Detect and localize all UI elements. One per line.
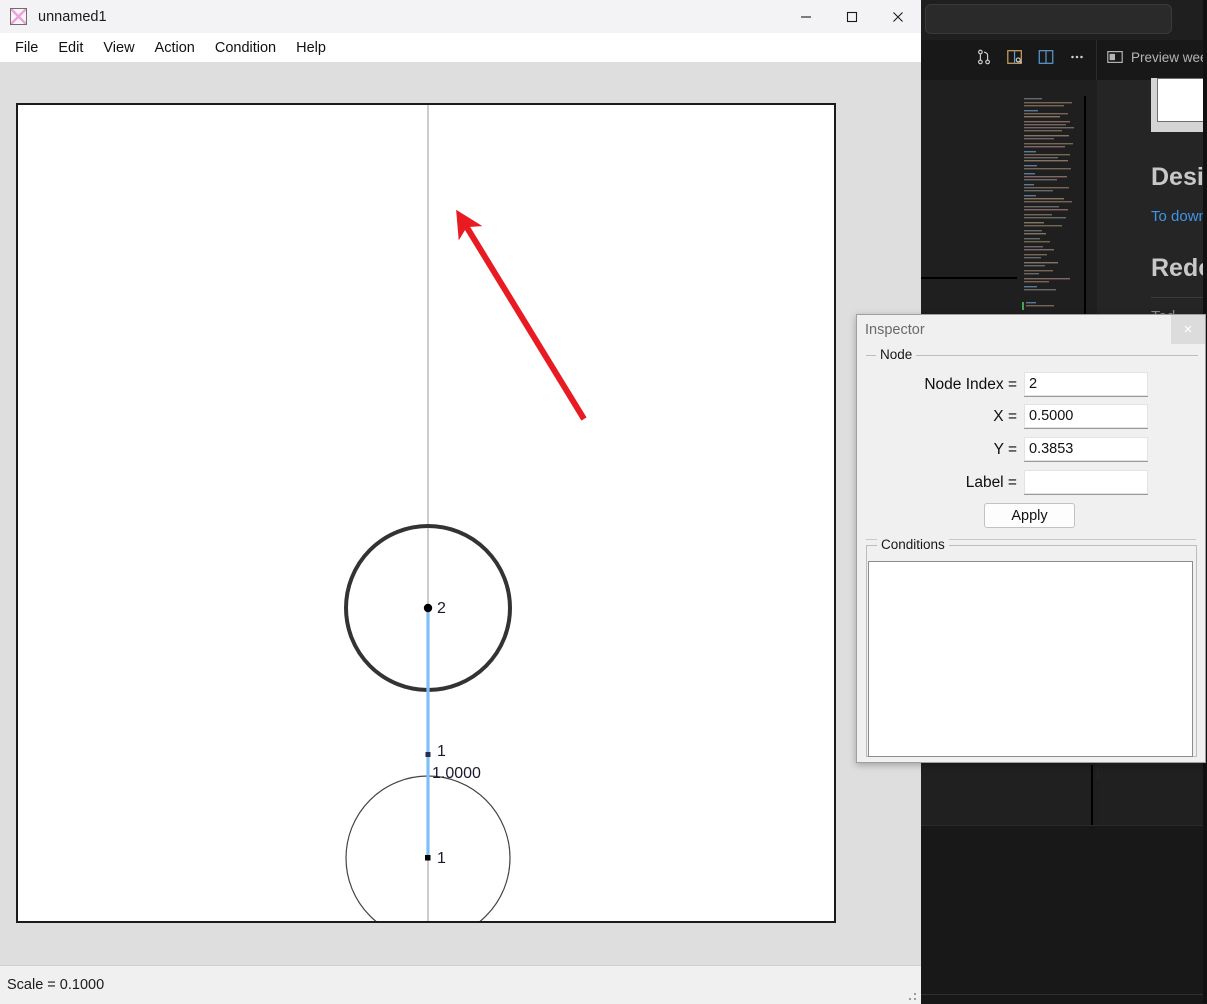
preview-thumbnail [1157, 78, 1207, 122]
node-label-1: 1 [437, 850, 446, 867]
menu-action[interactable]: Action [146, 37, 204, 59]
menu-edit[interactable]: Edit [49, 37, 92, 59]
preview-divider [1151, 297, 1207, 298]
label-label: Label = [965, 473, 1017, 491]
conditions-list[interactable] [868, 561, 1193, 757]
editor-minimap[interactable] [1022, 96, 1084, 316]
app-icon [10, 8, 27, 25]
status-bar: Scale = 0.1000 [0, 965, 921, 1004]
inspector-close-button[interactable]: × [1171, 315, 1205, 344]
x-label: X = [993, 407, 1017, 425]
window-minimize-button[interactable] [783, 0, 829, 33]
open-preview-to-side-icon[interactable] [1006, 48, 1024, 66]
node-index-input[interactable] [1024, 372, 1148, 397]
more-actions-icon[interactable] [1068, 48, 1086, 66]
node-group-label: Node [876, 347, 917, 362]
editor-command-bar[interactable] [925, 4, 1172, 34]
edge-midpoint-marker-1[interactable] [425, 752, 431, 757]
maximize-icon [846, 11, 858, 22]
split-editor-icon[interactable] [1037, 48, 1055, 66]
menu-view[interactable]: View [94, 37, 143, 59]
edge-label-1: 1 [437, 743, 446, 760]
y-input[interactable] [1024, 437, 1148, 462]
node-marker-2[interactable] [423, 603, 433, 613]
editor-action-icons [975, 48, 1086, 66]
preview-window-icon [1107, 51, 1123, 63]
tab-preview[interactable]: Preview week [1106, 48, 1207, 66]
source-control-icon[interactable] [975, 48, 993, 66]
edge-value-label-1: 1.0000 [432, 765, 481, 782]
minimap-viewport-frame [1084, 96, 1086, 316]
x-input[interactable] [1024, 404, 1148, 429]
tab-preview-label: Preview week [1131, 49, 1207, 65]
window-controls [783, 0, 921, 33]
menu-file[interactable]: File [6, 37, 47, 59]
preview-download-link[interactable]: To down [1151, 208, 1207, 225]
window-title: unnamed1 [38, 8, 107, 25]
conditions-group-label: Conditions [877, 537, 949, 552]
field-row-node-index: Node Index = [856, 372, 1148, 397]
editor-pane-rule [921, 277, 1017, 279]
window-close-button[interactable] [875, 0, 921, 33]
node-label-2: 2 [437, 600, 446, 617]
tab-divider [1096, 40, 1097, 80]
preview-heading-design: Design [1151, 163, 1207, 191]
work-area: 2 1 1 1.0000 [0, 62, 921, 965]
inspector-title-bar[interactable]: Inspector [857, 315, 1205, 344]
canvas-scene[interactable]: 2 1 1 1.0000 [18, 105, 834, 921]
field-row-y: Y = [856, 437, 1148, 462]
minimize-icon [801, 15, 811, 18]
resize-grip[interactable] [904, 988, 918, 1002]
menu-bar: File Edit View Action Condition Help [0, 33, 921, 62]
field-row-x: X = [856, 404, 1148, 429]
window-title-bar: unnamed1 [0, 0, 921, 33]
inspector-title: Inspector [865, 321, 925, 338]
menu-condition[interactable]: Condition [206, 37, 285, 59]
menu-help[interactable]: Help [287, 37, 335, 59]
field-row-label: Label = [856, 470, 1148, 495]
drawing-canvas[interactable]: 2 1 1 1.0000 [16, 103, 836, 923]
node-marker-1[interactable] [425, 855, 431, 861]
status-scale-text: Scale = 0.1000 [7, 977, 105, 993]
apply-button[interactable]: Apply [984, 503, 1075, 528]
main-application-window: unnamed1 File Edit View Action Condition… [0, 0, 921, 1004]
node-index-label: Node Index = [924, 375, 1017, 393]
y-label: Y = [993, 440, 1017, 458]
label-input[interactable] [1024, 470, 1148, 495]
close-icon [893, 11, 903, 22]
editor-panel-area [921, 825, 1207, 996]
preview-heading-redo: Redo [1151, 254, 1207, 282]
window-maximize-button[interactable] [829, 0, 875, 33]
